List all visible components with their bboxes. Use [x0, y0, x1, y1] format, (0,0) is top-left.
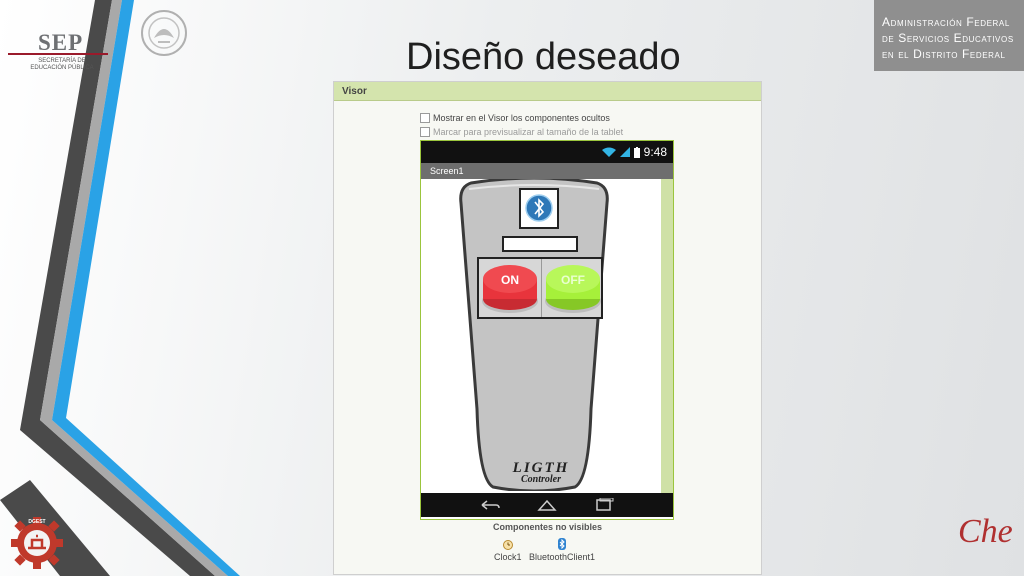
- status-time: 9:48: [643, 145, 667, 159]
- svg-text:DGEST: DGEST: [28, 519, 45, 525]
- che-logo: Che: [958, 513, 1013, 550]
- sep-logo-subtitle: SECRETARÍA DE EDUCACIÓN PÚBLICA: [30, 58, 94, 71]
- show-hidden-components-checkbox[interactable]: Mostrar en el Visor los componentes ocul…: [420, 113, 610, 123]
- sep-logo: SEP SECRETARÍA DE EDUCACIÓN PÚBLICA: [4, 14, 114, 71]
- bluetooth-icon: [525, 194, 553, 222]
- viewer-header: Visor: [334, 82, 761, 101]
- slide-title: Diseño deseado: [406, 36, 681, 78]
- on-button[interactable]: ON: [479, 259, 542, 317]
- nonvisible-components-title: Componentes no visibles: [492, 522, 603, 532]
- screen-canvas[interactable]: ON OFF LIGTH Controler: [421, 179, 673, 493]
- component-clock[interactable]: Clock1: [494, 538, 522, 562]
- phone-preview: 9:48 Screen1 ON OFF LIGTH Controler: [420, 140, 674, 520]
- back-icon[interactable]: [479, 498, 501, 512]
- component-bluetooth-client[interactable]: BluetoothClient1: [529, 538, 595, 562]
- component-label: Clock1: [494, 552, 522, 562]
- off-button[interactable]: OFF: [542, 259, 604, 317]
- svg-text:ON: ON: [501, 273, 519, 287]
- bluetooth-icon: [558, 538, 567, 550]
- battery-icon: [633, 146, 640, 158]
- clock-icon: [502, 540, 513, 550]
- on-button-icon: ON: [482, 265, 538, 313]
- remote-caption-title: LIGTH: [512, 460, 570, 476]
- checkbox-label: Marcar para previsualizar al tamaño de l…: [433, 127, 624, 137]
- svg-text:Che: Che: [958, 513, 1013, 550]
- buttons-arrangement: ON OFF: [477, 257, 603, 319]
- recents-icon[interactable]: [593, 498, 615, 512]
- national-seal-icon: [141, 10, 187, 56]
- off-button-icon: OFF: [545, 265, 601, 313]
- checkbox-label: Mostrar en el Visor los componentes ocul…: [433, 113, 610, 123]
- admin-line: de Servicios Educativos: [882, 31, 1014, 45]
- status-textbox[interactable]: [502, 236, 578, 252]
- remote-caption-subtitle: Controler: [520, 474, 561, 485]
- checkbox-box[interactable]: [420, 113, 430, 123]
- home-icon[interactable]: [536, 498, 558, 512]
- phone-status-bar: 9:48: [421, 141, 673, 163]
- remote-caption: LIGTH Controler: [501, 461, 581, 485]
- signal-icon: [619, 147, 630, 157]
- dgest-gear-logo: DGEST: [11, 517, 63, 569]
- admin-line: en el Distrito Federal: [882, 47, 1006, 61]
- svg-text:OFF: OFF: [561, 273, 585, 287]
- decorative-stripes: [0, 0, 240, 576]
- admin-line: Administración Federal: [882, 15, 1010, 29]
- checkbox-box[interactable]: [420, 127, 430, 137]
- tablet-preview-checkbox[interactable]: Marcar para previsualizar al tamaño de l…: [420, 127, 623, 137]
- admin-federal-box: Administración Federal de Servicios Educ…: [874, 0, 1024, 71]
- component-label: BluetoothClient1: [529, 552, 596, 562]
- scrollbar[interactable]: [661, 179, 673, 493]
- phone-nav-bar: [421, 493, 673, 517]
- sep-logo-line: [8, 53, 108, 55]
- screen-title[interactable]: Screen1: [421, 163, 673, 179]
- designer-viewer-panel: Visor Mostrar en el Visor los componente…: [333, 81, 762, 575]
- bluetooth-button[interactable]: [519, 188, 559, 229]
- wifi-icon: [601, 147, 616, 157]
